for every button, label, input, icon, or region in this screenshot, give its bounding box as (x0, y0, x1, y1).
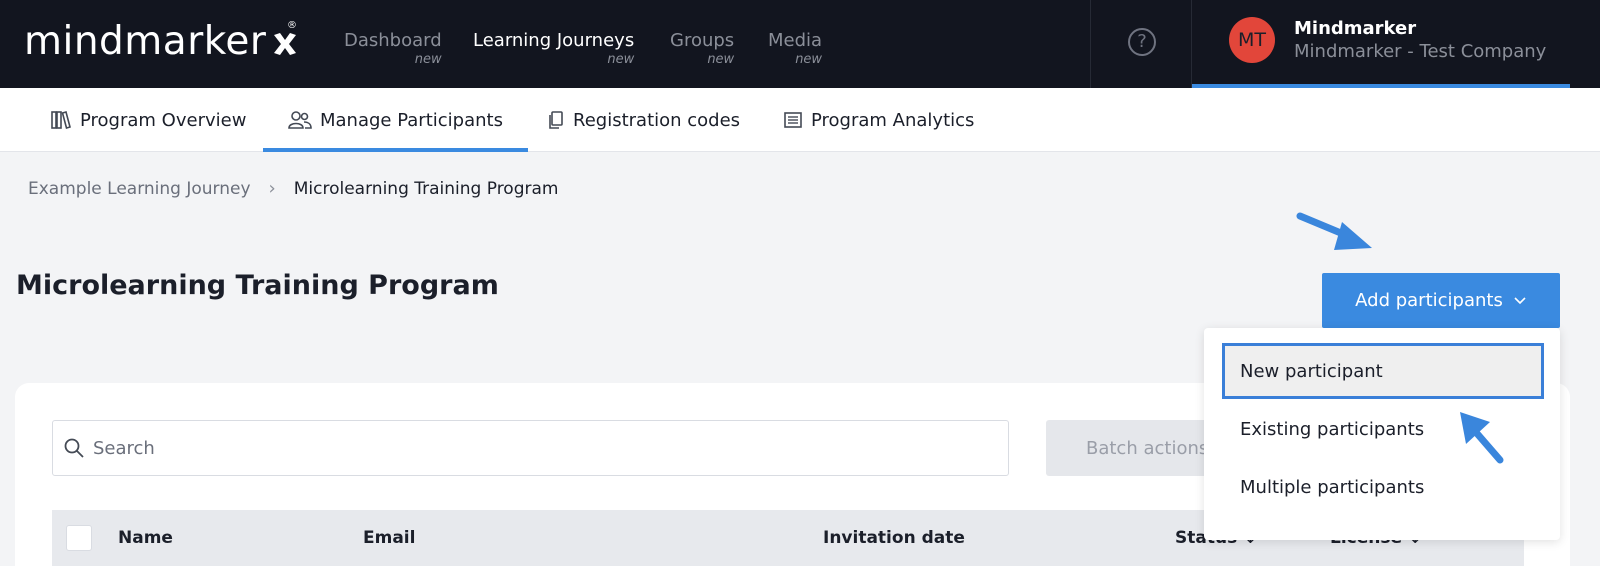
tab-program-overview[interactable]: Program Overview (50, 88, 246, 152)
nav-label: Groups (670, 30, 735, 51)
nav-new-badge: new (607, 52, 635, 67)
nav-dashboard[interactable]: Dashboard new (344, 30, 442, 74)
breadcrumb-current: Microlearning Training Program (293, 178, 559, 199)
tab-label: Manage Participants (320, 109, 503, 131)
column-email[interactable]: Email (363, 528, 415, 548)
nav-media[interactable]: Media new (768, 30, 822, 74)
breadcrumb-parent-link[interactable]: Example Learning Journey (28, 179, 251, 199)
nav-new-badge: new (414, 52, 442, 67)
search-input[interactable] (93, 437, 973, 459)
tab-registration-codes[interactable]: Registration codes (547, 88, 740, 152)
logo-x-icon (274, 33, 297, 55)
column-invitation-date[interactable]: Invitation date (823, 528, 965, 548)
search-box[interactable] (52, 420, 1009, 476)
breadcrumb: Example Learning Journey › Microlearning… (28, 178, 558, 199)
nav-new-badge: new (707, 52, 735, 67)
select-all-checkbox[interactable] (66, 525, 92, 551)
menu-item-new-participant[interactable]: New participant (1222, 343, 1544, 399)
add-participants-button[interactable]: Add participants (1322, 273, 1560, 328)
annotation-arrow-icon (1296, 212, 1372, 250)
tab-label: Program Analytics (811, 109, 975, 131)
avatar: MT (1229, 17, 1275, 63)
nav-groups[interactable]: Groups new (670, 30, 734, 74)
copy-icon (549, 111, 563, 129)
nav-label: Learning Journeys (473, 30, 635, 51)
tab-program-analytics[interactable]: Program Analytics (783, 88, 974, 152)
users-icon (288, 111, 312, 129)
user-name: Mindmarker (1294, 18, 1417, 39)
nav-learning-journeys[interactable]: Learning Journeys new (473, 30, 634, 74)
logo-text: mindmarker (24, 19, 267, 64)
chevron-right-icon: › (268, 178, 276, 199)
nav-new-badge: new (795, 52, 823, 67)
nav-label: Dashboard (344, 30, 442, 51)
question-circle-icon[interactable]: ? (1128, 28, 1156, 56)
tab-manage-participants[interactable]: Manage Participants (263, 88, 528, 152)
list-icon (784, 112, 802, 128)
mindmarker-logo[interactable]: mindmarker ® (24, 19, 300, 64)
nav-label: Media (768, 30, 823, 51)
column-name[interactable]: Name (118, 528, 173, 548)
annotation-arrow-icon (1460, 412, 1504, 464)
tab-label: Program Overview (80, 109, 247, 131)
user-menu[interactable]: MT Mindmarker Mindmarker - Test Company (1192, 0, 1570, 88)
tab-label: Registration codes (573, 109, 741, 131)
search-icon (64, 438, 84, 458)
books-icon (51, 111, 71, 129)
user-company: Mindmarker - Test Company (1294, 41, 1547, 62)
registered-mark: ® (287, 20, 297, 31)
add-participants-label: Add participants (1355, 290, 1503, 311)
program-tabs: Program Overview Manage Participants Reg… (0, 88, 1600, 152)
top-navigation-bar: mindmarker ® Dashboard new Learning Jour… (0, 0, 1600, 88)
chevron-down-icon (1514, 296, 1526, 304)
help-area: ? (1090, 0, 1192, 88)
page-title: Microlearning Training Program (16, 270, 499, 301)
